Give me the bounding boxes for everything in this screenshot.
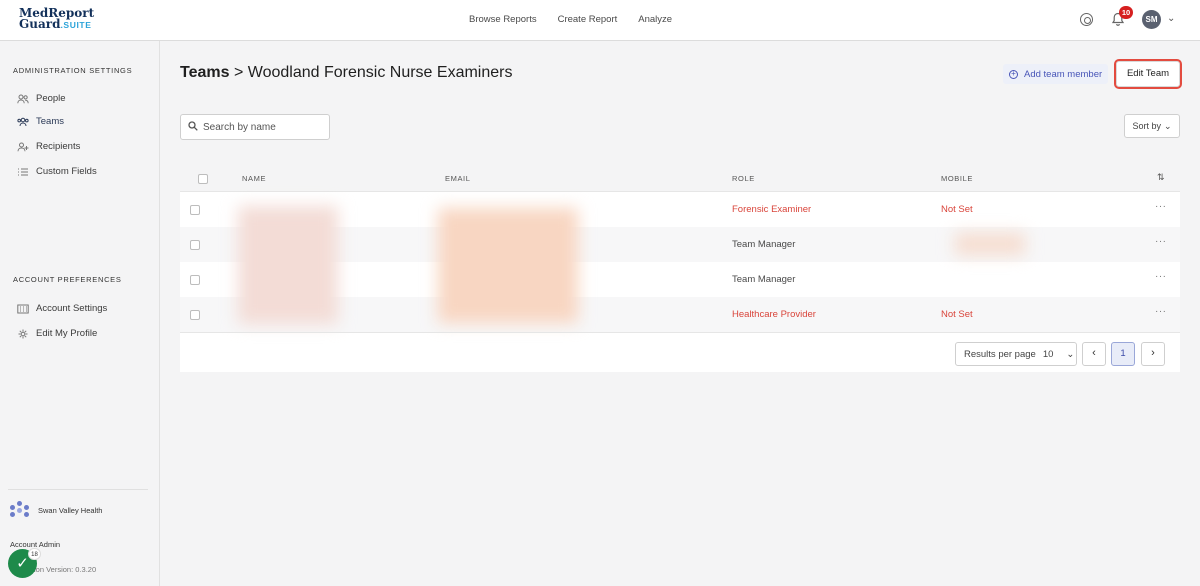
app-version: ion Version: 0.3.20 (34, 565, 97, 574)
top-nav: Browse Reports Create Report Analyze (469, 14, 672, 25)
sidebar-item-custom-fields[interactable]: Custom Fields (17, 166, 97, 177)
members-table: NAME EMAIL ROLE MOBILE ⇅ Forensic Examin… (180, 166, 1180, 372)
building-icon (17, 304, 29, 314)
sidebar-item-label: Edit My Profile (36, 328, 98, 339)
page-button-current[interactable]: 1 (1111, 342, 1135, 366)
sidebar-item-label: People (36, 93, 66, 104)
search-icon (188, 121, 198, 131)
admin-settings-heading: ADMINISTRATION SETTINGS (13, 66, 133, 75)
results-per-page-label: Results per page (964, 348, 1036, 360)
row-checkbox[interactable] (190, 310, 200, 320)
next-page-button[interactable]: › (1141, 342, 1165, 366)
sidebar-item-account-settings[interactable]: Account Settings (17, 303, 107, 314)
redacted-mobile (955, 233, 1025, 255)
add-team-member-button[interactable]: + Add team member (1003, 64, 1109, 84)
nav-analyze[interactable]: Analyze (638, 14, 672, 25)
top-bar: MedReport Guard.SUITE Browse Reports Cre… (0, 0, 1200, 41)
cell-role: Healthcare Provider (732, 309, 816, 320)
sidebar: ADMINISTRATION SETTINGS People Teams Rec… (0, 41, 160, 586)
row-checkbox[interactable] (190, 240, 200, 250)
prev-page-button[interactable]: ‹ (1082, 342, 1106, 366)
teams-icon (17, 117, 29, 127)
sort-by-dropdown[interactable]: Sort by ⌄ (1124, 114, 1180, 138)
cell-mobile: Not Set (941, 309, 973, 320)
edit-team-button[interactable]: Edit Team (1114, 59, 1182, 89)
nav-create-report[interactable]: Create Report (558, 14, 618, 25)
sidebar-item-label: Custom Fields (36, 166, 97, 177)
cell-role: Team Manager (732, 239, 796, 250)
row-checkbox[interactable] (190, 275, 200, 285)
row-checkbox[interactable] (190, 205, 200, 215)
checklist-count-badge: 18 (28, 548, 41, 560)
org-switcher[interactable]: Swan Valley Health (10, 501, 102, 519)
gear-icon (17, 329, 29, 339)
nav-browse-reports[interactable]: Browse Reports (469, 14, 537, 25)
org-logo-icon (10, 501, 30, 519)
table-header: NAME EMAIL ROLE MOBILE ⇅ (180, 166, 1180, 192)
pagination-bar: Results per page 10 ⌄ ‹ 1 › (180, 332, 1180, 372)
redacted-emails (438, 208, 578, 323)
notification-badge: 10 (1119, 6, 1133, 19)
chevron-down-icon: ⌄ (1163, 120, 1172, 131)
sidebar-item-label: Teams (36, 116, 64, 127)
chevron-down-icon[interactable]: ⌄ (1167, 13, 1175, 24)
row-menu-icon[interactable]: ··· (1155, 236, 1167, 247)
chevron-down-icon: ⌄ (1066, 348, 1075, 360)
column-header-email[interactable]: EMAIL (445, 174, 471, 183)
logo-line-2: Guard.SUITE (19, 17, 94, 31)
column-header-mobile[interactable]: MOBILE (941, 174, 973, 183)
sidebar-item-recipients[interactable]: Recipients (17, 141, 80, 152)
row-menu-icon[interactable]: ··· (1155, 271, 1167, 282)
results-per-page-value: 10 (1042, 348, 1054, 360)
sidebar-divider (8, 489, 148, 490)
org-name: Swan Valley Health (38, 505, 103, 515)
sidebar-item-label: Account Settings (36, 303, 108, 314)
breadcrumb-separator: > (233, 64, 244, 81)
add-person-icon (17, 142, 29, 152)
sidebar-item-teams[interactable]: Teams (17, 116, 64, 127)
search-input[interactable] (203, 119, 323, 135)
column-settings-icon[interactable]: ⇅ (1157, 172, 1165, 183)
redacted-names (238, 206, 338, 324)
avatar[interactable]: SM (1142, 10, 1161, 29)
people-icon (17, 94, 29, 104)
select-all-checkbox[interactable] (198, 174, 208, 184)
sidebar-item-people[interactable]: People (17, 93, 66, 104)
column-header-name[interactable]: NAME (242, 174, 266, 183)
breadcrumb-team-name: Woodland Forensic Nurse Examiners (247, 64, 513, 81)
plus-circle-icon: + (1009, 69, 1018, 79)
sidebar-item-edit-profile[interactable]: Edit My Profile (17, 328, 97, 339)
row-menu-icon[interactable]: ··· (1155, 201, 1167, 212)
column-header-role[interactable]: ROLE (732, 174, 755, 183)
cell-role: Forensic Examiner (732, 204, 812, 215)
sort-by-label: Sort by (1132, 121, 1161, 131)
page-title: Teams > Woodland Forensic Nurse Examiner… (180, 64, 512, 82)
add-team-member-label: Add team member (1024, 68, 1103, 80)
logo-suite: .SUITE (60, 20, 92, 30)
support-icon[interactable] (1080, 13, 1093, 26)
logo-guard: Guard (19, 17, 61, 31)
results-per-page-select[interactable]: Results per page 10 ⌄ (955, 342, 1077, 366)
app-logo[interactable]: MedReport Guard.SUITE (19, 7, 94, 31)
row-menu-icon[interactable]: ··· (1155, 306, 1167, 317)
cell-role: Team Manager (732, 274, 796, 285)
search-field[interactable] (180, 114, 330, 140)
account-preferences-heading: ACCOUNT PREFERENCES (13, 275, 122, 284)
cell-mobile: Not Set (941, 204, 973, 215)
list-icon (17, 167, 29, 177)
breadcrumb-teams[interactable]: Teams (180, 64, 230, 81)
sidebar-item-label: Recipients (36, 141, 81, 152)
